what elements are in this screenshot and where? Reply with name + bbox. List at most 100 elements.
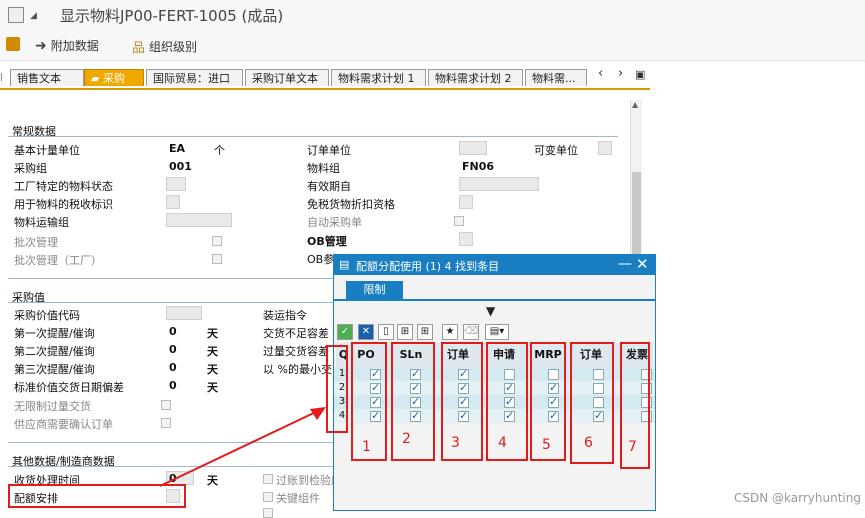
purch-value-key-label: 采购价值代码 [14, 309, 80, 322]
reminder1-value[interactable]: 0 [169, 325, 177, 338]
tab-restrictions-label: 限制 [363, 283, 386, 296]
tab-mrp2[interactable]: 物料需求计划 2 [428, 69, 523, 86]
section-divider [8, 466, 333, 467]
find-next-icon[interactable]: ⊞ [417, 324, 433, 340]
variable-unit-label: 可变单位 [534, 144, 578, 157]
tab-sales-text[interactable]: 销售文本 [10, 69, 84, 86]
variable-unit-checkbox[interactable] [598, 141, 612, 155]
post-insp-checkbox[interactable] [263, 474, 273, 484]
scroll-thumb[interactable] [632, 172, 641, 260]
arrow-right-icon: ➜ [35, 37, 47, 54]
tab-underline [0, 88, 650, 90]
tab-label: 国际贸易：进口 [153, 72, 230, 85]
shipping-instr-label: 装运指令 [263, 309, 307, 322]
critical-part-checkbox[interactable] [263, 492, 273, 502]
tab-restrictions[interactable]: 限制 [346, 281, 403, 299]
batch-mgmt-checkbox[interactable] [212, 236, 222, 246]
close-icon[interactable]: ✕ [636, 255, 649, 273]
tab-prev-icon[interactable]: ‹ [598, 66, 603, 81]
min-pct-label: 以 %的最小交 [263, 363, 332, 376]
annotation-number: 2 [402, 431, 411, 447]
other-material-button[interactable] [6, 37, 20, 51]
dialog-header: ▤ 配额分配使用 (1) 4 找到条目 — ✕ [334, 255, 655, 275]
vertical-scrollbar[interactable]: ▲ [630, 100, 642, 260]
print-icon[interactable]: ▤▾ [485, 324, 509, 340]
annotation-number: 6 [584, 435, 593, 451]
tab-label: 物料需... [532, 72, 576, 85]
reminder1-unit: 天 [207, 327, 218, 340]
highlight-col-4 [486, 342, 528, 461]
tab-list-icon[interactable]: ▣ [635, 68, 645, 81]
dialog-app-icon: ▤ [339, 258, 350, 271]
section-divider [8, 302, 333, 303]
underdelivery-label: 交货不足容差 [263, 327, 329, 340]
ack-required-checkbox[interactable] [161, 418, 171, 428]
discount-label: 免税货物折扣资格 [307, 198, 395, 211]
material-group-value[interactable]: FN06 [462, 160, 494, 173]
batch-mgmt-label: 批次管理 [14, 236, 58, 249]
reminder3-value[interactable]: 0 [169, 361, 177, 374]
reminder2-unit: 天 [207, 345, 218, 358]
purch-group-label: 采购组 [14, 162, 47, 175]
cancel-icon[interactable]: ✕ [358, 324, 374, 340]
order-unit-field[interactable] [459, 141, 487, 155]
highlight-col-3 [441, 342, 483, 461]
freight-group-field[interactable] [166, 213, 232, 227]
tab-label: 物料需求计划 2 [435, 72, 512, 85]
tab-purchasing[interactable]: ▰ 采购 [84, 69, 144, 86]
ob-mgmt-label: OB管理 [307, 235, 347, 248]
filter-icon[interactable]: ▼ [486, 304, 495, 318]
tab-label: 物料需求计划 1 [338, 72, 415, 85]
tax-indicator-field[interactable] [166, 195, 180, 209]
overdelivery-label: 过量交货容差 [263, 345, 329, 358]
valid-from-field[interactable] [459, 177, 539, 191]
base-unit-text: 个 [214, 144, 225, 157]
new-entry-icon[interactable]: ★ [442, 324, 458, 340]
std-value-deviation-value[interactable]: 0 [169, 379, 177, 392]
valid-from-label: 有效期自 [307, 180, 351, 193]
section-divider [8, 136, 618, 137]
delete-icon[interactable]: ⌫ [463, 324, 479, 340]
menu-icon[interactable] [8, 7, 24, 23]
purch-group-value[interactable]: 001 [169, 160, 192, 173]
source-list-checkbox[interactable] [263, 508, 273, 518]
org-levels-label: 组织级别 [149, 40, 198, 54]
reminder2-value[interactable]: 0 [169, 343, 177, 356]
order-unit-label: 订单单位 [307, 144, 351, 157]
org-levels-button[interactable]: 品 组织级别 [132, 37, 197, 56]
tab-label: 采购 [102, 72, 125, 85]
menu-arrow-icon[interactable]: ◢ [30, 11, 37, 21]
ob-mgmt-field[interactable] [459, 232, 473, 246]
document-icon[interactable]: ▯ [378, 324, 394, 340]
tax-indicator-label: 用于物料的税收标识 [14, 198, 113, 211]
highlight-col-2 [391, 342, 435, 461]
auto-po-checkbox[interactable] [454, 216, 464, 226]
tab-foreign-trade[interactable]: 国际贸易：进口 [146, 69, 243, 86]
discount-field[interactable] [459, 195, 473, 209]
binoculars-icon[interactable]: ⊞ [397, 324, 413, 340]
window-title: 显示物料JP00-FERT-1005 (成品) [60, 7, 284, 25]
annotation-arrow-head [310, 407, 326, 420]
plant-status-field[interactable] [166, 177, 186, 191]
batch-plant-checkbox[interactable] [212, 254, 222, 264]
watermark: CSDN @karryhunting [734, 491, 861, 505]
tab-next-icon[interactable]: › [618, 66, 623, 81]
tab-scroll-left-icon[interactable]: | [0, 72, 3, 81]
scroll-up-icon[interactable]: ▲ [632, 100, 638, 109]
ack-required-label: 供应商需要确认订单 [14, 418, 113, 431]
tab-po-text[interactable]: 采购订单文本 [245, 69, 329, 86]
check-icon[interactable]: ✓ [337, 324, 353, 340]
unlimited-overdel-checkbox[interactable] [161, 400, 171, 410]
additional-data-button[interactable]: ➜ 附加数据 [35, 37, 99, 54]
title-bar: ◢ 显示物料JP00-FERT-1005 (成品) [0, 0, 865, 30]
minimize-icon[interactable]: — [618, 256, 632, 272]
highlight-q-column [326, 345, 348, 433]
tab-mrp-more[interactable]: 物料需... [525, 69, 587, 86]
purch-value-key-field[interactable] [166, 306, 202, 320]
tab-mrp1[interactable]: 物料需求计划 1 [331, 69, 426, 86]
critical-part-label: 关键组件 [276, 492, 320, 505]
base-unit-label: 基本计量单位 [14, 144, 80, 157]
gr-time-unit: 天 [207, 474, 218, 487]
reminder1-label: 第一次提醒/催询 [14, 327, 95, 340]
base-unit-value[interactable]: EA [169, 142, 185, 155]
